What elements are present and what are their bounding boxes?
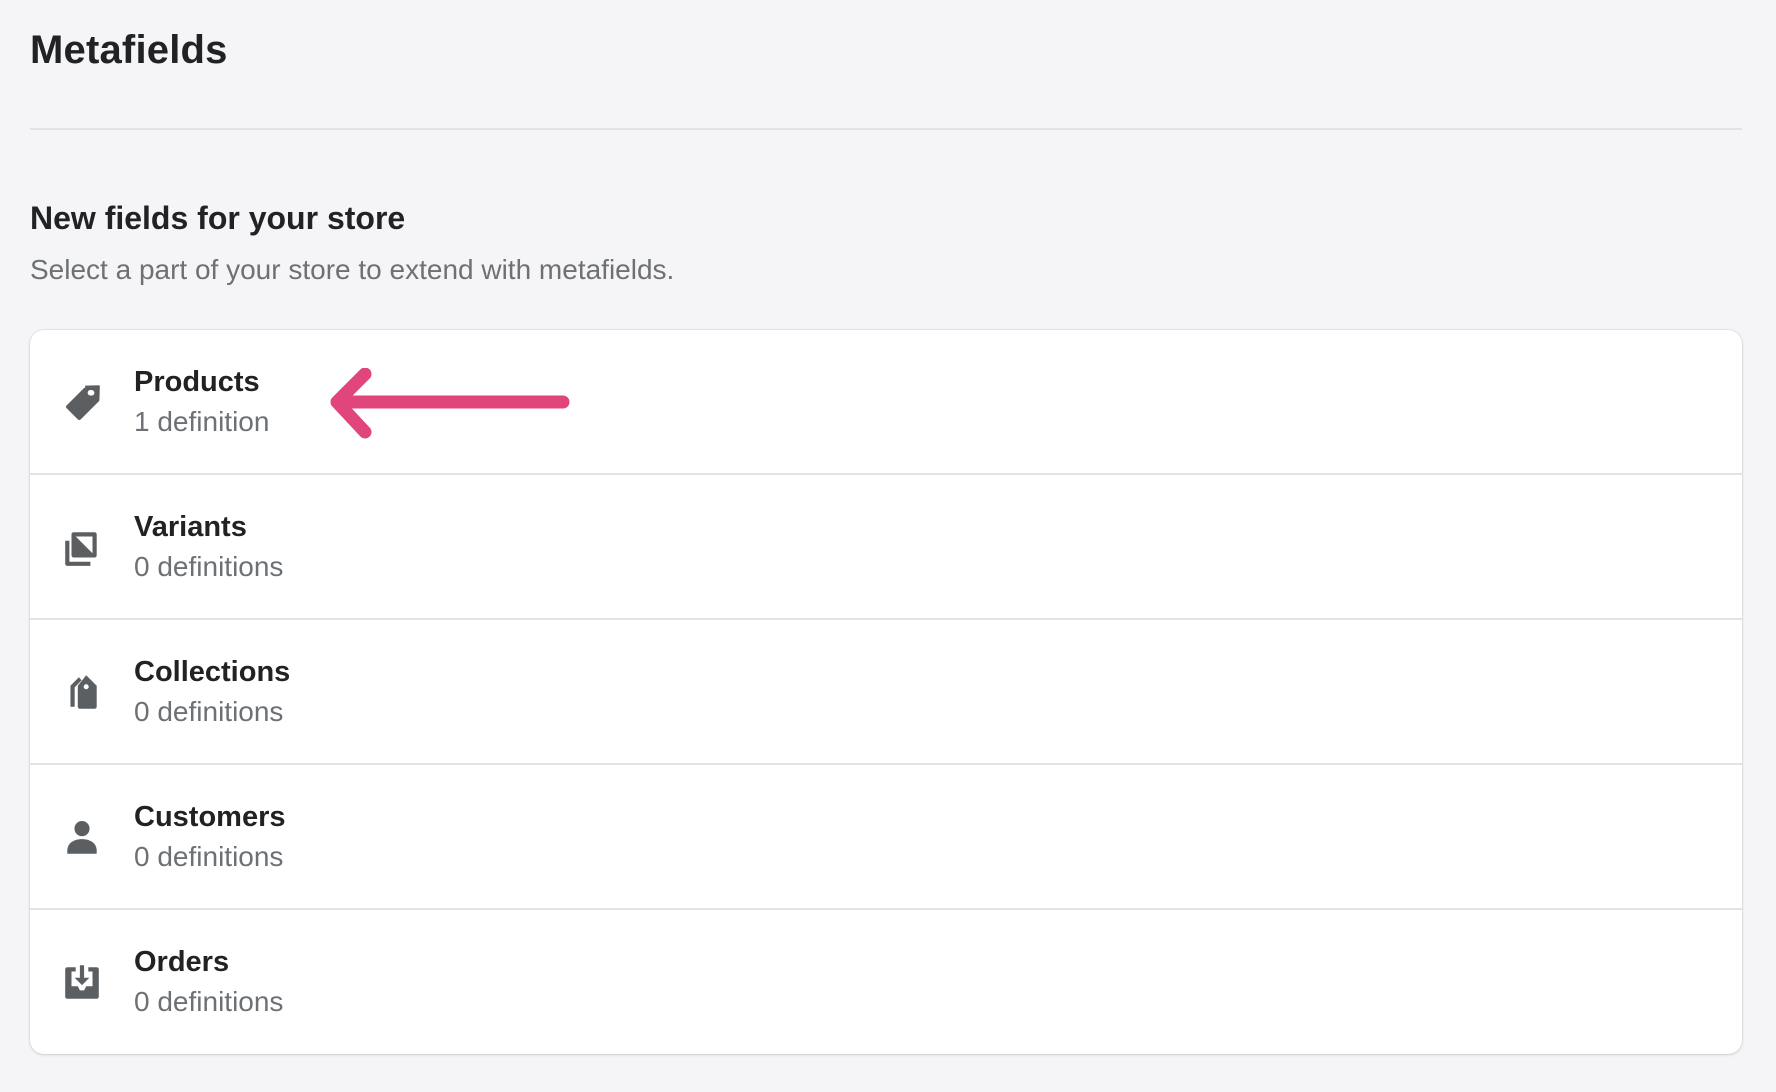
person-icon [60,815,104,859]
page-title: Metafields [30,28,228,72]
arrow-left-icon [330,368,570,439]
item-title: Collections [134,656,291,688]
resource-list-card: Products 1 definition Variants 0 definit… [30,330,1742,1054]
tag-icon [60,380,104,424]
item-definition-count: 1 definition [134,406,270,437]
item-title: Products [134,366,260,398]
item-definition-count: 0 definitions [134,986,284,1017]
list-item-products[interactable]: Products 1 definition [30,330,1742,475]
item-definition-count: 0 definitions [134,696,284,727]
list-item-customers[interactable]: Customers 0 definitions [30,765,1742,910]
section-heading: New fields for your store [30,200,406,236]
item-definition-count: 0 definitions [134,551,284,582]
list-item-orders[interactable]: Orders 0 definitions [30,910,1742,1054]
item-definition-count: 0 definitions [134,841,284,872]
section-subheading: Select a part of your store to extend wi… [30,254,675,285]
list-item-collections[interactable]: Collections 0 definitions [30,620,1742,765]
inbox-download-icon [60,960,104,1004]
collections-icon [60,670,104,714]
item-title: Orders [134,946,230,978]
variants-icon [60,525,104,569]
item-title: Variants [134,511,247,543]
header-divider [30,128,1742,130]
item-title: Customers [134,801,286,833]
list-item-variants[interactable]: Variants 0 definitions [30,475,1742,620]
